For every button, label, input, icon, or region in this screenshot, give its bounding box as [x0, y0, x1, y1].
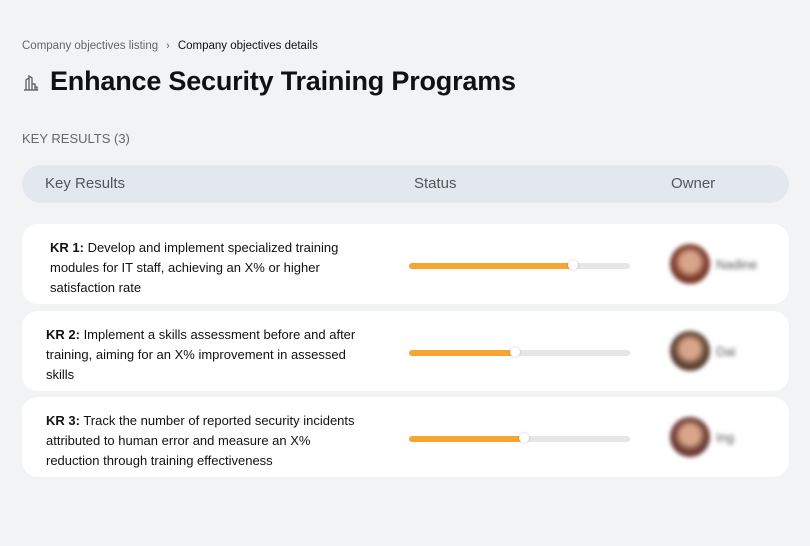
progress-bar[interactable]	[409, 260, 630, 270]
owner-name: Nadine	[716, 256, 758, 272]
kr-label: KR 1:	[50, 240, 84, 255]
table-row[interactable]: KR 2: Implement a skills assessment befo…	[22, 311, 789, 391]
table-row[interactable]: KR 1: Develop and implement specialized …	[22, 224, 789, 304]
progress-fill	[409, 263, 573, 269]
kr-text: Develop and implement specialized traini…	[50, 240, 339, 295]
kr-description: KR 2: Implement a skills assessment befo…	[46, 325, 356, 385]
avatar	[670, 417, 710, 457]
owner: Nadine	[670, 244, 757, 284]
kr-text: Track the number of reported security in…	[46, 413, 355, 468]
key-results-heading: KEY RESULTS (3)	[22, 131, 130, 146]
page-header: Enhance Security Training Programs	[22, 66, 516, 97]
avatar	[670, 244, 710, 284]
progress-handle[interactable]	[510, 347, 521, 357]
progress-fill	[409, 350, 516, 356]
progress-bar[interactable]	[409, 433, 630, 443]
breadcrumb-current: Company objectives details	[177, 40, 318, 52]
page-title: Enhance Security Training Programs	[50, 66, 516, 96]
progress-handle[interactable]	[567, 260, 578, 270]
column-header-status: Status	[414, 175, 457, 192]
column-header-owner: Owner	[671, 175, 716, 192]
owner-name: Ing	[716, 429, 735, 445]
chevron-right-icon: ›	[166, 40, 170, 52]
kr-label: KR 2:	[46, 327, 80, 342]
progress-bar[interactable]	[409, 347, 630, 357]
owner-name: Dai	[716, 343, 736, 359]
owner: Ing	[670, 417, 734, 457]
kr-text: Implement a skills assessment before and…	[46, 327, 356, 382]
table-row[interactable]: KR 3: Track the number of reported secur…	[22, 397, 789, 477]
column-header-key-results: Key Results	[45, 175, 126, 192]
avatar	[670, 331, 710, 371]
kr-description: KR 3: Track the number of reported secur…	[46, 411, 366, 471]
owner: Dai	[670, 331, 736, 371]
breadcrumb-link-listing[interactable]: Company objectives listing	[22, 40, 158, 52]
progress-handle[interactable]	[518, 433, 529, 443]
kr-label: KR 3:	[46, 413, 80, 428]
progress-fill	[409, 436, 524, 442]
kr-description: KR 1: Develop and implement specialized …	[50, 238, 360, 298]
table-header: Key Results Status Owner	[22, 165, 789, 203]
breadcrumb: Company objectives listing › Company obj…	[22, 40, 318, 52]
buildings-icon	[24, 74, 38, 91]
